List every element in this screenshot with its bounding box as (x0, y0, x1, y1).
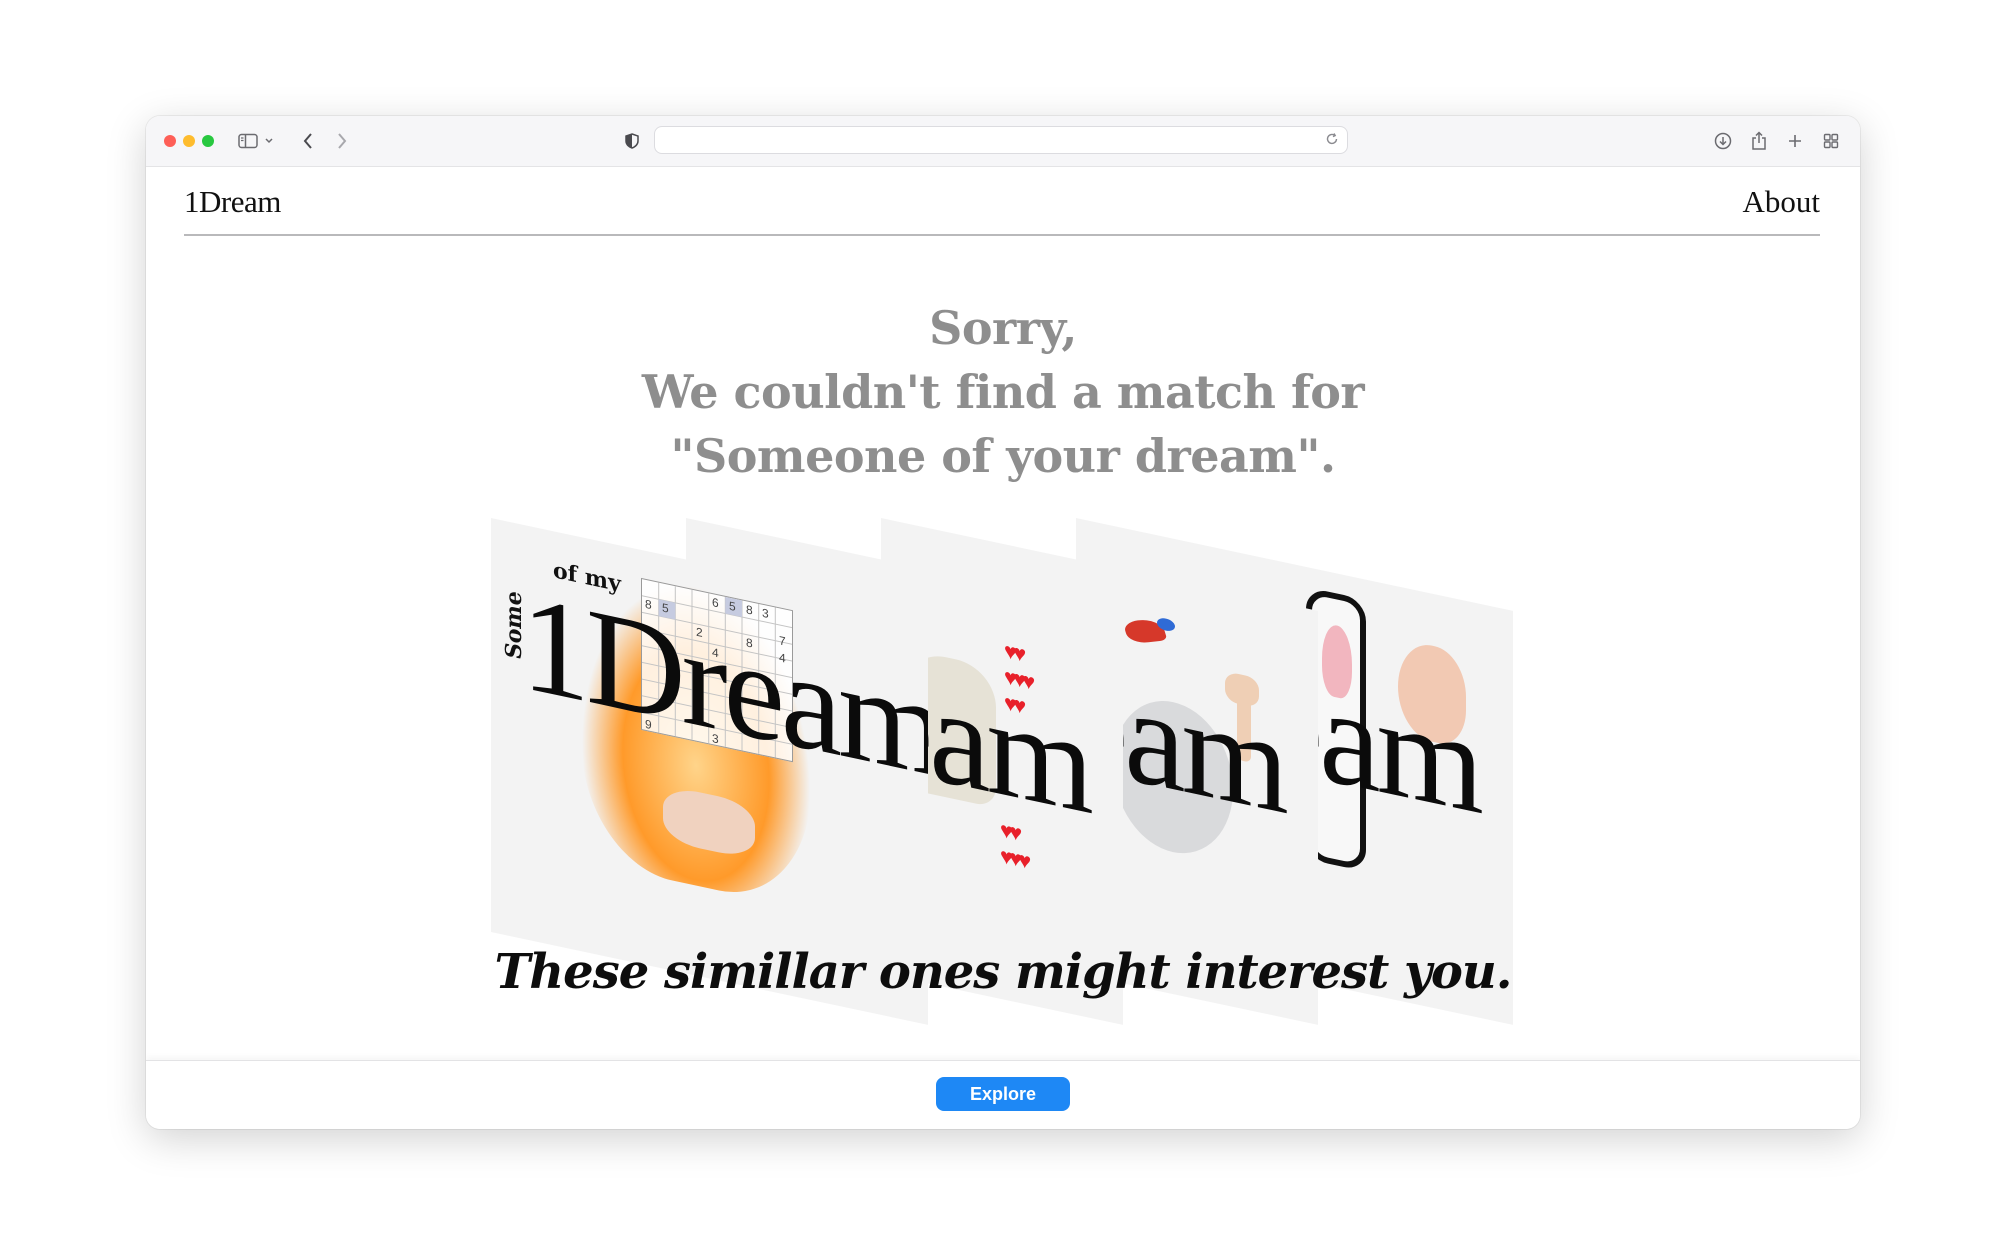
bottom-bar: Explore (146, 1060, 1860, 1129)
explore-button[interactable]: Explore (936, 1077, 1070, 1111)
browser-window: 1Dream About Sorry, We couldn't find a m… (146, 116, 1860, 1129)
similar-subtitle: These simillar ones might interest you. (494, 944, 1513, 1000)
